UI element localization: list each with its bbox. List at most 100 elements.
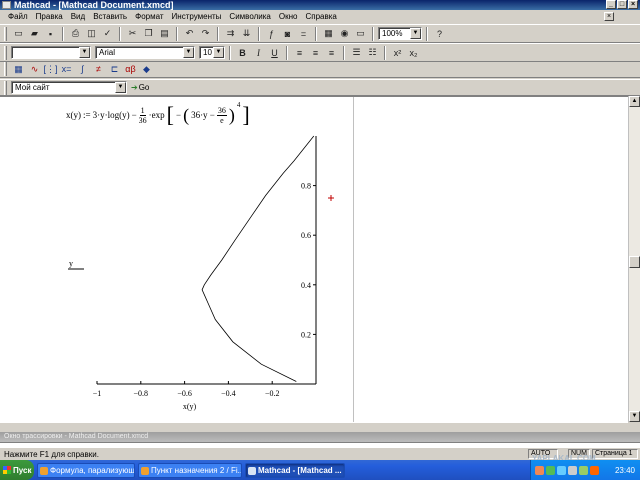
mathcad-icon (248, 466, 256, 475)
formula-exp: ·exp (148, 110, 165, 120)
taskbar-item-mathcad[interactable]: Mathcad - [Mathcad ... (245, 462, 345, 478)
resources-icon[interactable]: ◉ (337, 26, 352, 41)
paste-icon[interactable]: ▤ (157, 26, 172, 41)
scroll-down-button[interactable]: ▼ (629, 411, 640, 422)
horizontal-scrollbar[interactable] (0, 422, 628, 432)
symbolic-icon[interactable]: ◆ (139, 62, 154, 77)
redo-icon[interactable]: ↷ (198, 26, 213, 41)
copy-icon[interactable]: ❐ (141, 26, 156, 41)
status-page: Страница 1 (592, 449, 638, 459)
undo-icon[interactable]: ↶ (182, 26, 197, 41)
menu-format[interactable]: Формат (131, 10, 167, 24)
tray-icon[interactable] (535, 465, 544, 475)
subscript-icon[interactable]: x₂ (406, 45, 421, 60)
mathsoft-icon[interactable]: ▭ (353, 26, 368, 41)
clock: 23:40 (614, 465, 635, 475)
italic-button[interactable]: I (251, 45, 266, 60)
numbering-icon[interactable]: ☷ (365, 45, 380, 60)
menu-edit[interactable]: Правка (32, 10, 67, 24)
help-icon[interactable]: ? (432, 26, 447, 41)
page-boundary-line (353, 97, 354, 423)
vertical-scrollbar[interactable]: ▲ ▼ (628, 96, 640, 422)
formatting-toolbar: ▼ Arial ▼ 10 ▼ B I U ≡ ≡ ≡ ☰ ☷ x² x₂ (0, 43, 640, 62)
superscript-icon[interactable]: x² (390, 45, 405, 60)
menu-help[interactable]: Справка (301, 10, 340, 24)
matrix-icon[interactable]: [⋮] (43, 62, 58, 77)
standard-toolbar: ▭ ▰ ▪ ⎙ ◫ ✓ ✂ ❐ ▤ ↶ ↷ ⇉ ⇊ ƒ ◙ = ▦ ◉ ▭ 10… (0, 24, 640, 43)
tray-icon[interactable] (568, 465, 577, 475)
print-preview-icon[interactable]: ◫ (84, 26, 99, 41)
insert-function-icon[interactable]: ƒ (264, 26, 279, 41)
formula-lhs: x(y) (66, 110, 81, 120)
y-tick-label: 0.2 (301, 330, 311, 339)
maximize-button[interactable]: □ (617, 0, 627, 9)
print-icon[interactable]: ⎙ (68, 26, 83, 41)
go-button[interactable]: ➔ Go (131, 83, 149, 92)
scroll-thumb[interactable] (629, 256, 640, 268)
menu-insert[interactable]: Вставить (89, 10, 131, 24)
minimize-button[interactable]: _ (606, 0, 616, 9)
chevron-down-icon: ▼ (115, 82, 126, 93)
calculate-icon[interactable]: = (296, 26, 311, 41)
programming-icon[interactable]: ⊏ (107, 62, 122, 77)
windows-flag-icon (3, 466, 11, 474)
evaluation-icon[interactable]: x= (59, 62, 74, 77)
document-close-button[interactable]: × (604, 12, 614, 21)
title-bar: Mathcad - [Mathcad Document.xmcd] _ □ × (0, 0, 640, 10)
formula-power: 4 (236, 101, 241, 109)
align-right-icon[interactable]: ≡ (324, 45, 339, 60)
formula-fraction: 1 36 (138, 105, 147, 125)
start-button[interactable]: Пуск (0, 460, 34, 480)
x-tick-label: −0.6 (177, 389, 192, 398)
new-document-icon[interactable]: ▭ (11, 26, 26, 41)
y-tick-label: 0.4 (301, 281, 311, 290)
trace-window (0, 442, 640, 448)
data-series-line (201, 135, 315, 382)
open-folder-icon[interactable]: ▰ (27, 26, 42, 41)
menu-window[interactable]: Окно (275, 10, 302, 24)
boolean-icon[interactable]: ≠ (91, 62, 106, 77)
spell-check-icon[interactable]: ✓ (100, 26, 115, 41)
menu-symbolics[interactable]: Символика (225, 10, 274, 24)
status-help-text: Нажмите F1 для справки. (4, 450, 99, 459)
insert-component-icon[interactable]: ▦ (321, 26, 336, 41)
menu-file[interactable]: Файл (4, 10, 32, 24)
chevron-down-icon: ▼ (213, 47, 224, 58)
align-horizontal-icon[interactable]: ⇉ (223, 26, 238, 41)
align-left-icon[interactable]: ≡ (292, 45, 307, 60)
align-vertical-icon[interactable]: ⇊ (239, 26, 254, 41)
resource-select[interactable]: Мой сайт ▼ (11, 81, 127, 94)
tray-icon[interactable] (590, 465, 599, 475)
zoom-select[interactable]: 100% ▼ (378, 27, 422, 40)
taskbar-item-formula[interactable]: Формула, парализующ... (37, 462, 135, 478)
formula-region[interactable]: x(y) := 3·y·log(y) − 1 36 ·exp [ − ( 36·… (66, 101, 250, 126)
calculator-icon[interactable]: ▦ (11, 62, 26, 77)
tray-icon[interactable] (546, 465, 555, 475)
cut-icon[interactable]: ✂ (125, 26, 140, 41)
graph-icon[interactable]: ∿ (27, 62, 42, 77)
greek-icon[interactable]: αβ (123, 62, 138, 77)
taskbar-item-destination[interactable]: Пункт назначения 2 / Fi... (138, 462, 242, 478)
formula-inner: 36·y − (191, 110, 215, 120)
bullets-icon[interactable]: ☰ (349, 45, 364, 60)
style-select[interactable]: ▼ (11, 46, 91, 59)
scroll-up-button[interactable]: ▲ (629, 96, 640, 107)
align-center-icon[interactable]: ≡ (308, 45, 323, 60)
calculus-icon[interactable]: ∫ (75, 62, 90, 77)
save-icon[interactable]: ▪ (43, 26, 58, 41)
menu-tools[interactable]: Инструменты (168, 10, 226, 24)
bold-button[interactable]: B (235, 45, 250, 60)
close-button[interactable]: × (628, 0, 638, 9)
firefox-icon (40, 466, 48, 475)
tray-icon[interactable] (579, 465, 588, 475)
underline-button[interactable]: U (267, 45, 282, 60)
mathcad-app-icon (2, 1, 11, 9)
xy-plot[interactable]: −1 −0.8 −0.6 −0.4 −0.2 0.2 0.4 0.6 0.8 x(y) y (60, 132, 340, 418)
resources-toolbar: Мой сайт ▼ ➔ Go (0, 79, 640, 96)
font-select[interactable]: Arial ▼ (95, 46, 195, 59)
formula-minus-2: − (175, 110, 182, 120)
font-size-select[interactable]: 10 ▼ (199, 46, 225, 59)
insert-unit-icon[interactable]: ◙ (280, 26, 295, 41)
menu-view[interactable]: Вид (67, 10, 89, 24)
tray-icon[interactable] (557, 465, 566, 475)
